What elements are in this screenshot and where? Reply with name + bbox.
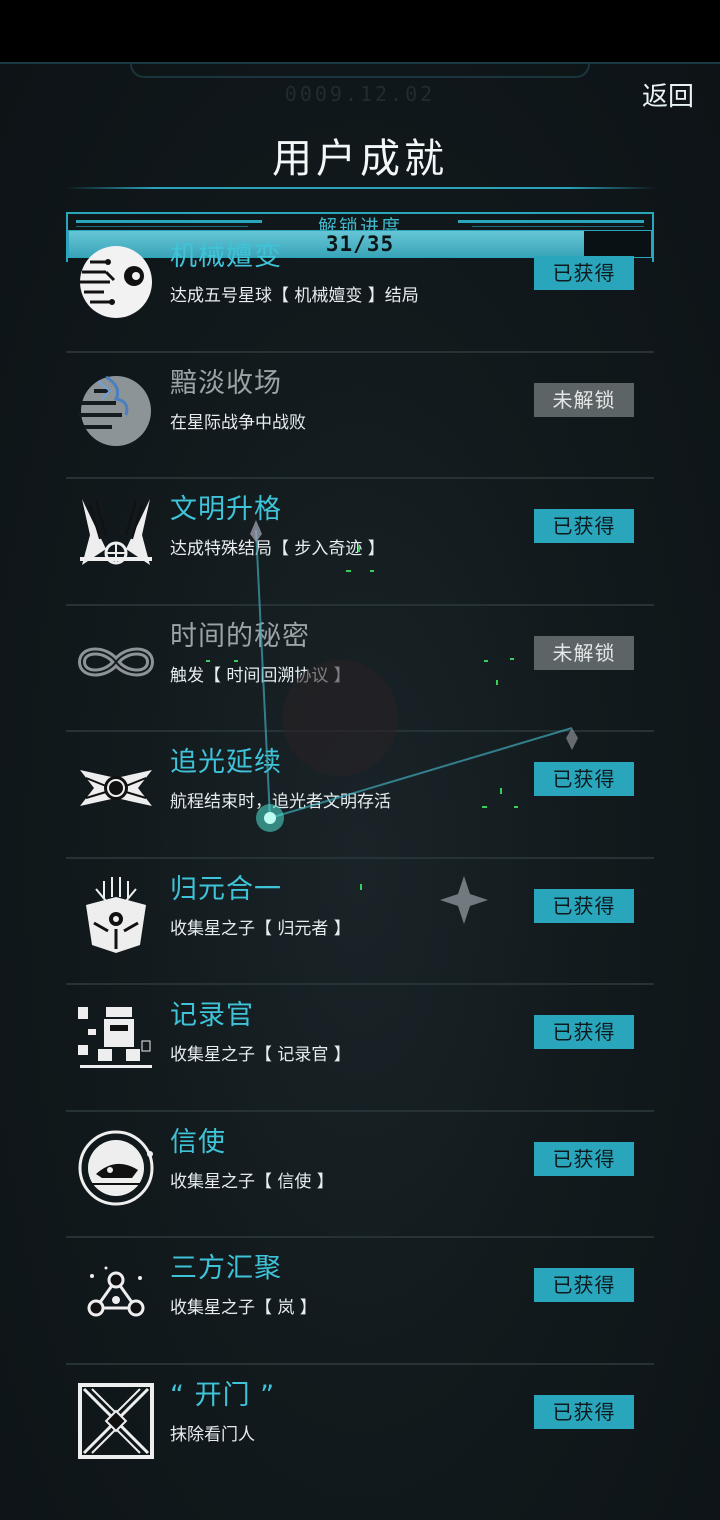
achievement-item[interactable]: 时间的秘密 触发【 时间回溯协议 】 未解锁 [0,606,720,732]
winged-globe-icon [80,499,152,565]
infinity-icon [77,647,155,676]
achievement-name: 追光延续 [170,747,282,778]
achievement-name: 信使 [170,1126,226,1158]
achievement-item[interactable]: 归元合一 收集星之子【 归元者 】 已获得 [0,859,720,985]
achievement-list: 机械嬗变 达成五号星球【 机械嬗变 】结局 已获得 黯淡收场 在星际战争中战败 … [0,226,720,1491]
achievement-name: 三方汇聚 [170,1253,282,1284]
back-button[interactable]: 返回 [642,76,694,113]
achievement-desc: 收集星之子【 记录官 】 [170,1045,351,1065]
achievement-status-badge: 已获得 [534,1015,634,1049]
hourglass-gate-icon [78,1382,154,1459]
achievement-name: 机械嬗变 [170,241,282,272]
achievement-status-badge: 已获得 [534,1141,634,1176]
achievement-name: 时间的秘密 [170,620,310,652]
achievement-desc: 达成特殊结局【 步入奇迹 】 [170,539,385,559]
achievement-status-badge: 未解锁 [534,635,634,670]
eyeball-machine-icon [80,246,152,318]
achievement-item[interactable]: “ 开门 ” 抹除看门人 已获得 [0,1365,720,1492]
achievement-desc: 航程结束时，追光者文明存活 [170,792,391,812]
achievement-status-badge: 已获得 [534,888,634,923]
achievement-desc: 收集星之子【 信使 】 [170,1171,334,1192]
achievement-name: 黯淡收场 [170,367,282,399]
orbit-ship-icon [78,1130,154,1205]
achievement-status-badge: 未解锁 [534,382,634,417]
achievement-name: 记录官 [170,1000,254,1031]
triad-nodes-icon [87,1266,145,1317]
achievement-item[interactable]: 机械嬗变 达成五号星球【 机械嬗变 】结局 已获得 [0,226,720,353]
achievement-status-badge: 已获得 [534,1394,634,1429]
title-divider [66,187,656,189]
achievement-desc: 抹除看门人 [170,1424,255,1445]
achievement-status-badge: 已获得 [534,256,634,290]
achievement-name: 文明升格 [170,494,282,525]
cracked-planet-icon [78,375,151,446]
achievement-name: 归元合一 [170,873,282,905]
achievement-item[interactable]: 信使 收集星之子【 信使 】 已获得 [0,1112,720,1238]
achievement-desc: 收集星之子【 归元者 】 [170,918,351,939]
achievement-status-badge: 已获得 [534,1268,634,1302]
date-display: 0009.12.02 [284,82,436,106]
page-title: 用户成就 [272,136,448,182]
achievement-item[interactable]: 黯淡收场 在星际战争中战败 未解锁 [0,353,720,479]
achievement-item[interactable]: 文明升格 达成特殊结局【 步入奇迹 】 已获得 [0,479,720,606]
robot-mask-icon [86,876,146,953]
achievement-item[interactable]: 记录官 收集星之子【 记录官 】 已获得 [0,985,720,1112]
status-bar [0,0,720,62]
achievement-desc: 触发【 时间回溯协议 】 [170,665,351,686]
pixel-robot-icon [78,1007,152,1068]
achievement-name: “ 开门 ” [170,1379,276,1411]
achievement-item[interactable]: 追光延续 航程结束时，追光者文明存活 已获得 [0,732,720,859]
achievement-status-badge: 已获得 [534,509,634,543]
achievement-desc: 收集星之子【 岚 】 [170,1298,317,1318]
achievement-status-badge: 已获得 [534,762,634,796]
panel-top-frame [130,64,590,78]
achievement-item[interactable]: 三方汇聚 收集星之子【 岚 】 已获得 [0,1238,720,1365]
achievement-desc: 在星际战争中战败 [170,412,306,433]
winged-ship-icon [80,770,152,806]
achievement-desc: 达成五号星球【 机械嬗变 】结局 [170,286,419,306]
